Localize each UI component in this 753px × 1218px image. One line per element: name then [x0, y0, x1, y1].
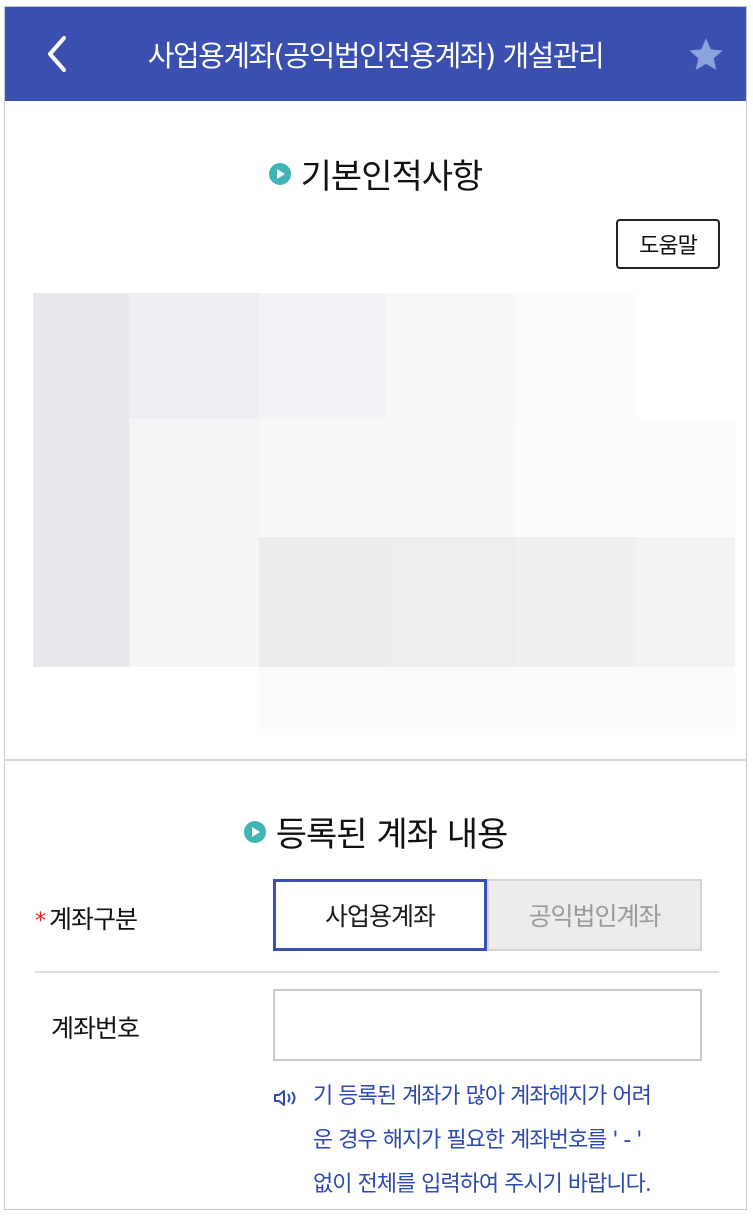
blur-block — [515, 293, 635, 419]
blur-block — [259, 537, 385, 667]
row-divider — [35, 971, 719, 973]
play-circle-icon — [243, 820, 266, 843]
section-divider — [5, 759, 746, 761]
speaker-icon — [274, 1090, 296, 1106]
blur-block — [259, 419, 515, 537]
blur-block — [129, 419, 259, 537]
blur-block — [129, 537, 259, 667]
app-frame: 사업용계좌(공익법인전용계좌) 개설관리 기본인적사항 도움말 등록된 계좌 내… — [4, 6, 747, 1210]
account-type-public-interest-button[interactable]: 공익법인계좌 — [487, 879, 702, 951]
section-registered-account: 등록된 계좌 내용 — [5, 807, 746, 856]
header-bar: 사업용계좌(공익법인전용계좌) 개설관리 — [5, 7, 746, 101]
blur-block — [515, 537, 635, 667]
blur-block — [385, 293, 515, 419]
blur-block — [129, 293, 259, 419]
notice-line: 운 경우 해지가 필요한 계좌번호를 ' - ' — [313, 1128, 642, 1153]
section-title-basic-info: 기본인적사항 — [300, 157, 484, 197]
required-mark: * — [35, 909, 46, 934]
account-type-label-text: 계좌구분 — [49, 905, 138, 934]
account-type-label: * 계좌구분 — [35, 900, 138, 936]
star-icon — [689, 38, 723, 70]
account-type-business-button[interactable]: 사업용계좌 — [273, 879, 487, 951]
notice-text: 기 등록된 계좌가 많아 계좌해지가 어려 운 경우 해지가 필요한 계좌번호를… — [313, 1075, 723, 1207]
blur-block — [635, 537, 735, 667]
blur-block — [259, 293, 385, 419]
page-title: 사업용계좌(공익법인전용계좌) 개설관리 — [147, 39, 605, 73]
blur-block — [515, 419, 735, 537]
favorite-button[interactable] — [682, 31, 730, 79]
play-circle-icon — [268, 162, 291, 185]
blur-block — [385, 537, 515, 667]
section-basic-info: 기본인적사항 — [5, 149, 746, 198]
chevron-left-icon — [48, 36, 66, 72]
back-button[interactable] — [35, 27, 79, 81]
blur-block — [259, 667, 735, 729]
blur-block — [33, 293, 129, 667]
account-number-input[interactable] — [273, 989, 702, 1061]
notice-line: 없이 전체를 입력하여 주시기 바랍니다. — [313, 1172, 652, 1197]
notice-line: 기 등록된 계좌가 많아 계좌해지가 어려 — [313, 1084, 652, 1109]
help-button[interactable]: 도움말 — [616, 219, 720, 269]
section-title-registered-account: 등록된 계좌 내용 — [275, 815, 509, 855]
account-number-label: 계좌번호 — [51, 1014, 140, 1043]
